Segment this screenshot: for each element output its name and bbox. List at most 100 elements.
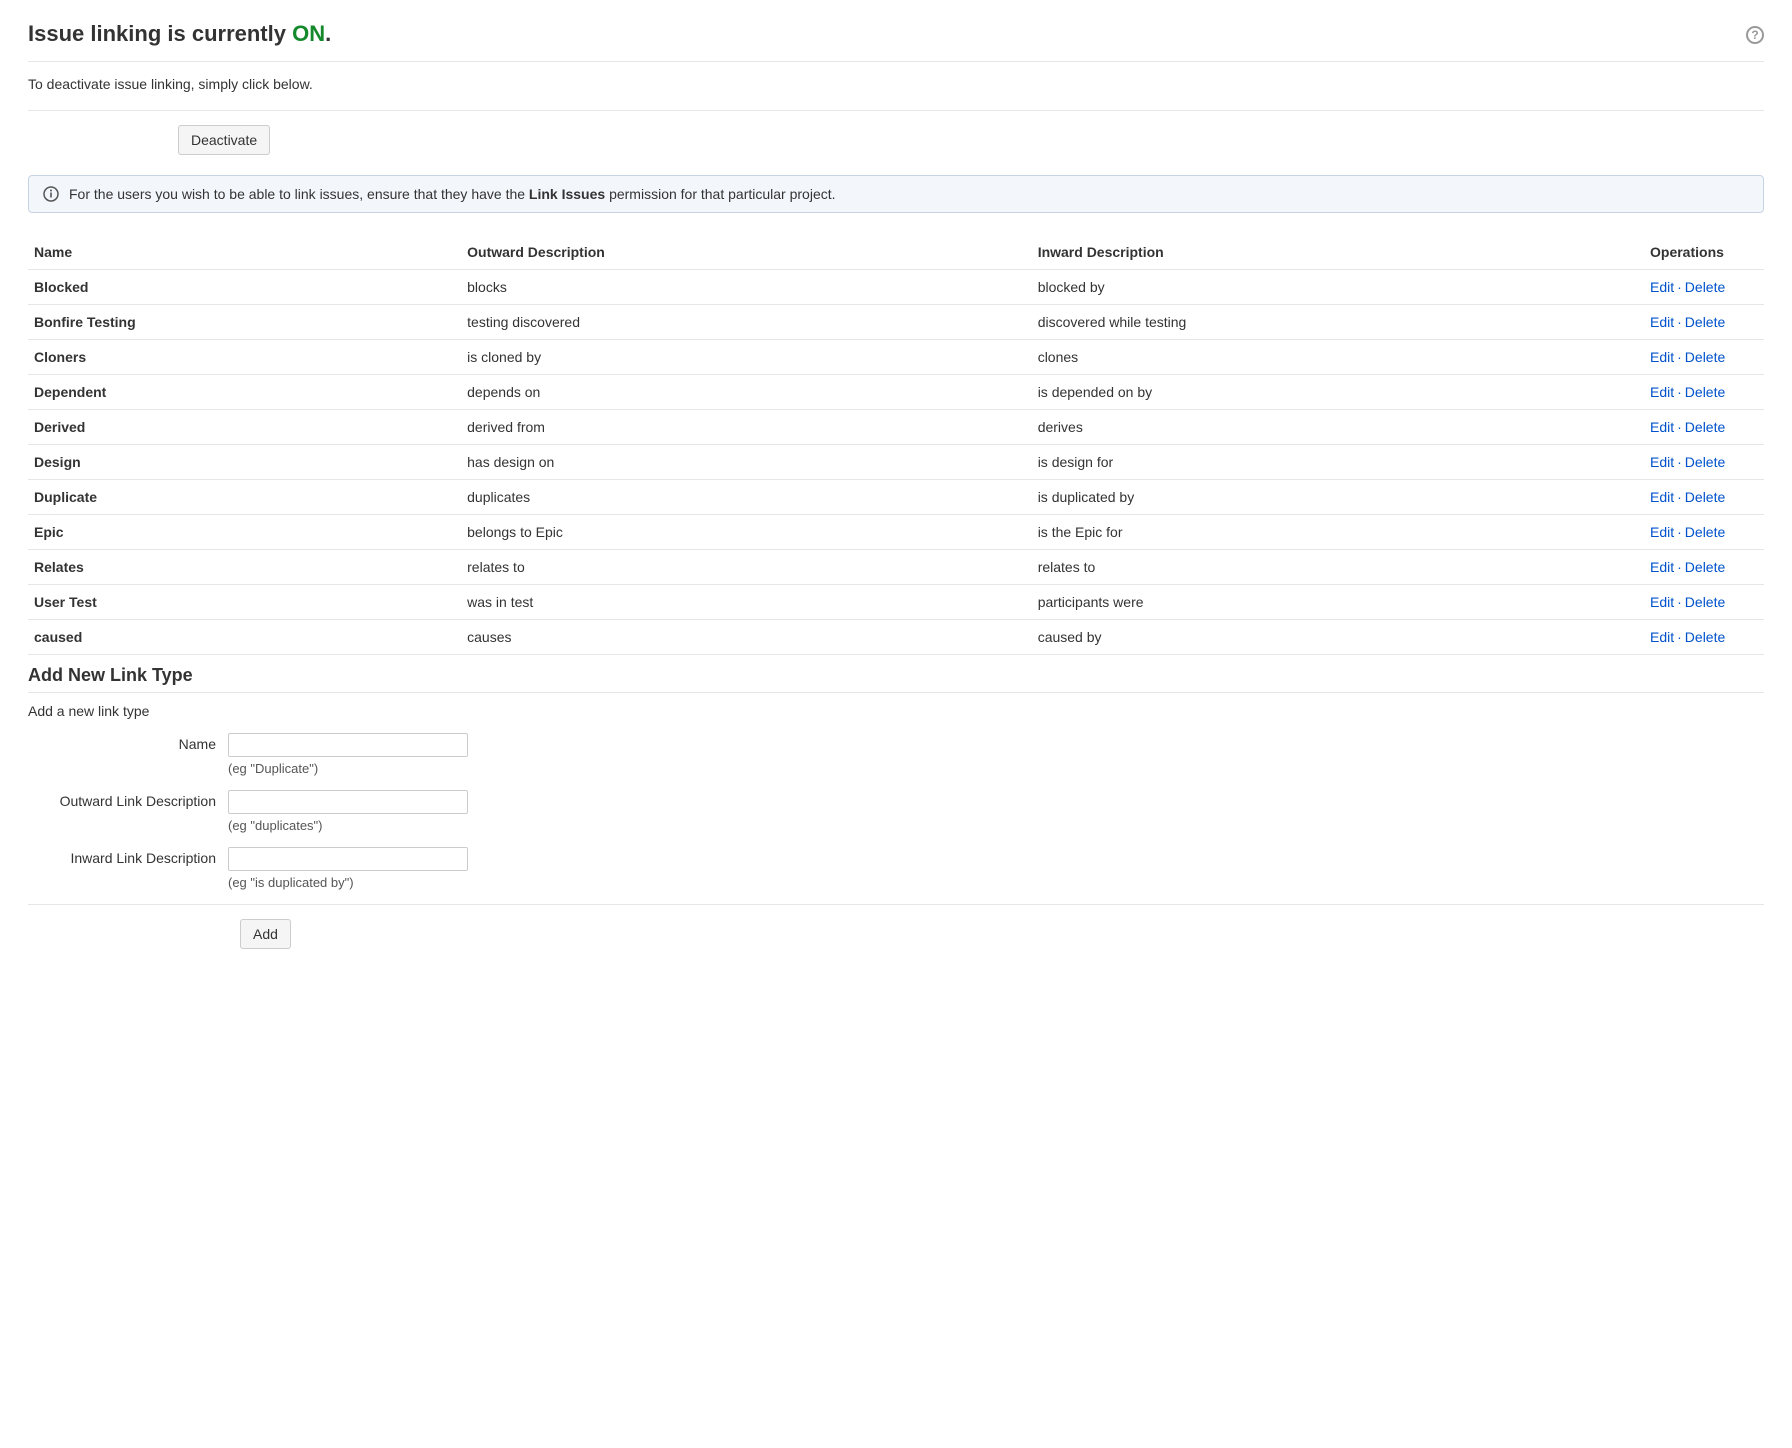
delete-link[interactable]: Delete <box>1685 314 1725 330</box>
name-input[interactable] <box>228 733 468 757</box>
deactivate-instructions: To deactivate issue linking, simply clic… <box>28 76 1764 92</box>
inward-label: Inward Link Description <box>28 847 228 866</box>
add-button[interactable]: Add <box>240 919 291 949</box>
link-name: Cloners <box>28 339 461 374</box>
link-inward: participants were <box>1032 584 1644 619</box>
link-name: User Test <box>28 584 461 619</box>
separator: · <box>1677 384 1682 400</box>
link-name: Relates <box>28 549 461 584</box>
info-icon <box>43 186 59 202</box>
link-name: Derived <box>28 409 461 444</box>
link-operations: Edit·Delete <box>1644 619 1764 654</box>
delete-link[interactable]: Delete <box>1685 349 1725 365</box>
table-row: Epicbelongs to Epicis the Epic forEdit·D… <box>28 514 1764 549</box>
separator: · <box>1677 524 1682 540</box>
link-name: Blocked <box>28 269 461 304</box>
edit-link[interactable]: Edit <box>1650 559 1674 575</box>
link-inward: is the Epic for <box>1032 514 1644 549</box>
delete-link[interactable]: Delete <box>1685 594 1725 610</box>
edit-link[interactable]: Edit <box>1650 489 1674 505</box>
separator: · <box>1677 559 1682 575</box>
link-operations: Edit·Delete <box>1644 549 1764 584</box>
title-prefix: Issue linking is currently <box>28 21 292 46</box>
link-operations: Edit·Delete <box>1644 409 1764 444</box>
table-row: Blockedblocksblocked byEdit·Delete <box>28 269 1764 304</box>
link-outward: depends on <box>461 374 1032 409</box>
link-outward: has design on <box>461 444 1032 479</box>
link-name: Dependent <box>28 374 461 409</box>
edit-link[interactable]: Edit <box>1650 314 1674 330</box>
inward-hint: (eg "is duplicated by") <box>228 875 468 890</box>
link-inward: derives <box>1032 409 1644 444</box>
separator: · <box>1677 489 1682 505</box>
add-link-type-desc: Add a new link type <box>28 703 1764 719</box>
delete-link[interactable]: Delete <box>1685 629 1725 645</box>
link-name: Duplicate <box>28 479 461 514</box>
info-text: For the users you wish to be able to lin… <box>69 186 836 202</box>
col-operations: Operations <box>1644 235 1764 270</box>
link-inward: is duplicated by <box>1032 479 1644 514</box>
separator: · <box>1677 349 1682 365</box>
inward-input[interactable] <box>228 847 468 871</box>
status-on: ON <box>292 21 325 46</box>
link-name: caused <box>28 619 461 654</box>
table-row: Dependentdepends onis depended on by Edit… <box>28 374 1764 409</box>
add-link-type-heading: Add New Link Type <box>28 665 1764 693</box>
link-outward: derived from <box>461 409 1032 444</box>
table-row: Clonersis cloned byclonesEdit·Delete <box>28 339 1764 374</box>
edit-link[interactable]: Edit <box>1650 629 1674 645</box>
edit-link[interactable]: Edit <box>1650 349 1674 365</box>
link-operations: Edit·Delete <box>1644 514 1764 549</box>
separator: · <box>1677 629 1682 645</box>
edit-link[interactable]: Edit <box>1650 384 1674 400</box>
col-outward: Outward Description <box>461 235 1032 270</box>
separator: · <box>1677 594 1682 610</box>
table-row: Bonfire Testingtesting discovereddiscove… <box>28 304 1764 339</box>
separator: · <box>1677 454 1682 470</box>
edit-link[interactable]: Edit <box>1650 524 1674 540</box>
link-name: Bonfire Testing <box>28 304 461 339</box>
link-operations: Edit·Delete <box>1644 304 1764 339</box>
delete-link[interactable]: Delete <box>1685 524 1725 540</box>
edit-link[interactable]: Edit <box>1650 454 1674 470</box>
table-row: Duplicateduplicatesis duplicated byEdit·… <box>28 479 1764 514</box>
edit-link[interactable]: Edit <box>1650 419 1674 435</box>
outward-input[interactable] <box>228 790 468 814</box>
outward-hint: (eg "duplicates") <box>228 818 468 833</box>
link-operations: Edit·Delete <box>1644 479 1764 514</box>
deactivate-button[interactable]: Deactivate <box>178 125 270 155</box>
link-outward: was in test <box>461 584 1032 619</box>
delete-link[interactable]: Delete <box>1685 559 1725 575</box>
link-inward: caused by <box>1032 619 1644 654</box>
name-label: Name <box>28 733 228 752</box>
link-inward: blocked by <box>1032 269 1644 304</box>
link-outward: causes <box>461 619 1032 654</box>
link-outward: testing discovered <box>461 304 1032 339</box>
table-row: Relatesrelates torelates toEdit·Delete <box>28 549 1764 584</box>
delete-link[interactable]: Delete <box>1685 279 1725 295</box>
table-row: Derivedderived fromderivesEdit·Delete <box>28 409 1764 444</box>
help-icon[interactable]: ? <box>1746 26 1764 44</box>
link-inward: clones <box>1032 339 1644 374</box>
delete-link[interactable]: Delete <box>1685 419 1725 435</box>
delete-link[interactable]: Delete <box>1685 454 1725 470</box>
table-row: Designhas design onis design forEdit·Del… <box>28 444 1764 479</box>
page-title: Issue linking is currently ON. <box>28 20 331 49</box>
link-outward: duplicates <box>461 479 1032 514</box>
delete-link[interactable]: Delete <box>1685 384 1725 400</box>
edit-link[interactable]: Edit <box>1650 279 1674 295</box>
separator: · <box>1677 419 1682 435</box>
link-outward: is cloned by <box>461 339 1032 374</box>
info-banner: For the users you wish to be able to lin… <box>28 175 1764 213</box>
col-inward: Inward Description <box>1032 235 1644 270</box>
link-operations: Edit·Delete <box>1644 339 1764 374</box>
link-name: Epic <box>28 514 461 549</box>
separator: · <box>1677 314 1682 330</box>
separator: · <box>1677 279 1682 295</box>
delete-link[interactable]: Delete <box>1685 489 1725 505</box>
link-types-table: Name Outward Description Inward Descript… <box>28 235 1764 655</box>
link-outward: relates to <box>461 549 1032 584</box>
link-inward: is depended on by <box>1032 374 1644 409</box>
link-inward: is design for <box>1032 444 1644 479</box>
edit-link[interactable]: Edit <box>1650 594 1674 610</box>
